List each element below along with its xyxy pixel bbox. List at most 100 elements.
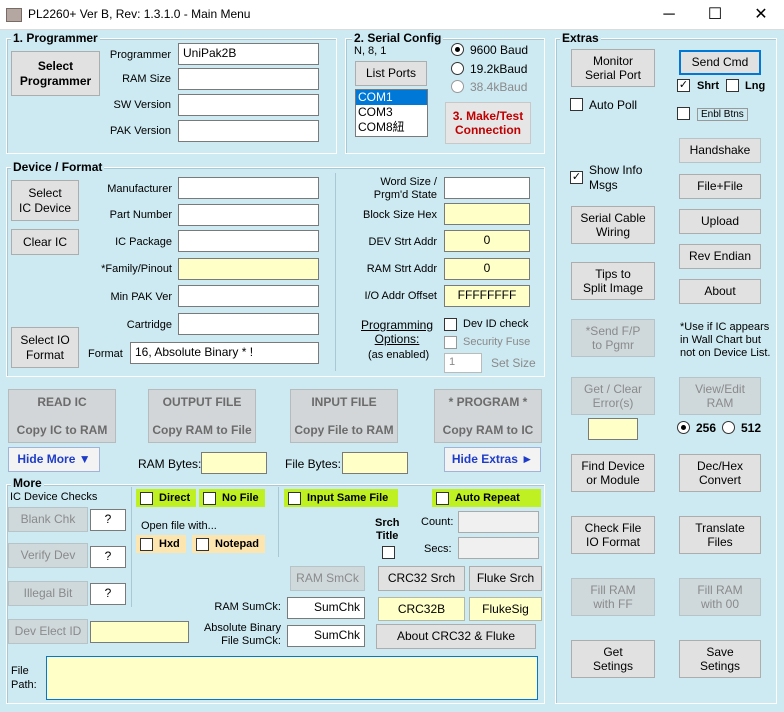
view-edit-ram-button[interactable]: View/Edit RAM [679, 377, 761, 415]
translate-files-button[interactable]: Translate Files [679, 516, 761, 554]
baud-38400-radio[interactable] [451, 80, 464, 93]
word-size-field[interactable] [444, 177, 530, 199]
direct-option[interactable]: Direct [136, 489, 196, 507]
format-field[interactable]: 16, Absolute Binary * ! [130, 342, 319, 364]
no-file-checkbox[interactable] [203, 491, 216, 505]
dec-hex-convert-button[interactable]: Dec/Hex Convert [679, 454, 761, 492]
sw-version-field[interactable] [178, 94, 319, 116]
about-button[interactable]: About [679, 279, 761, 304]
select-ic-device-button[interactable]: Select IC Device [11, 180, 79, 221]
select-io-format-button[interactable]: Select IO Format [11, 327, 79, 368]
block-size-field[interactable] [444, 203, 530, 225]
hide-more-button[interactable]: Hide More ▼ [8, 447, 100, 472]
security-fuse-checkbox[interactable] [444, 336, 457, 349]
handshake-button[interactable]: Handshake [679, 138, 761, 163]
hide-extras-button[interactable]: Hide Extras ► [444, 447, 541, 472]
direct-checkbox[interactable] [140, 491, 153, 505]
input-same-file-option[interactable]: Input Same File [284, 489, 398, 507]
save-settings-button[interactable]: Save Setings [679, 640, 761, 678]
family-pinout-field[interactable] [178, 258, 319, 280]
get-settings-button[interactable]: Get Setings [571, 640, 655, 678]
output-file-button[interactable]: OUTPUT FILE Copy RAM to File [148, 389, 256, 443]
notepad-label: Notepad [215, 538, 259, 550]
ram-512-radio[interactable] [722, 421, 735, 434]
enbl-btns-checkbox[interactable] [677, 107, 690, 120]
about-crc32-fluke-button[interactable]: About CRC32 & Fluke [376, 624, 536, 649]
file-bytes-field[interactable] [342, 452, 408, 474]
srch-title-checkbox[interactable] [382, 546, 395, 559]
min-pak-ver-field[interactable] [178, 285, 319, 307]
program-button[interactable]: * PROGRAM * Copy RAM to IC [434, 389, 542, 443]
baud-9600-radio[interactable] [451, 43, 464, 56]
blank-check-button[interactable]: Blank Chk [8, 507, 88, 532]
find-device-button[interactable]: Find Device or Module [571, 454, 655, 492]
close-button[interactable]: ✕ [738, 0, 784, 30]
ram-smck-button[interactable]: RAM SmCk [290, 566, 365, 591]
ram-bytes-field[interactable] [201, 452, 267, 474]
port-list[interactable]: COM1 COM3 COM8紐 [355, 89, 428, 137]
verify-dev-button[interactable]: Verify Dev [8, 543, 88, 568]
auto-repeat-checkbox[interactable] [436, 491, 449, 505]
port-item[interactable]: COM8紐 [356, 120, 427, 135]
read-ic-button[interactable]: READ IC Copy IC to RAM [8, 389, 116, 443]
port-item[interactable]: COM3 [356, 105, 427, 120]
port-item[interactable]: COM1 [356, 90, 427, 105]
baud-19200-radio[interactable] [451, 62, 464, 75]
set-size-stepper[interactable]: 1 [444, 353, 482, 373]
notepad-checkbox[interactable] [196, 537, 209, 551]
rev-endian-button[interactable]: Rev Endian [679, 244, 761, 269]
serial-cable-wiring-button[interactable]: Serial Cable Wiring [571, 206, 655, 244]
shrt-checkbox[interactable]: ✓ [677, 79, 690, 92]
input-file-button[interactable]: INPUT FILE Copy File to RAM [290, 389, 398, 443]
programmer-field[interactable]: UniPak2B [178, 43, 319, 65]
file-path-field[interactable] [46, 656, 538, 700]
fill-ram-ff-button[interactable]: Fill RAM with FF [571, 578, 655, 616]
dev-id-check-label: Dev ID check [463, 318, 529, 330]
upload-button[interactable]: Upload [679, 209, 761, 234]
hxd-label: Hxd [159, 538, 180, 550]
part-number-field[interactable] [178, 204, 319, 226]
crc32-search-button[interactable]: CRC32 Srch [378, 566, 465, 591]
crc32b-button[interactable]: CRC32B [378, 597, 465, 621]
hxd-checkbox[interactable] [140, 537, 153, 551]
ram-256-radio[interactable] [677, 421, 690, 434]
send-fp-button[interactable]: *Send F/P to Pgmr [571, 319, 655, 357]
io-addr-offset-field[interactable]: FFFFFFFF [444, 285, 530, 307]
input-same-file-checkbox[interactable] [288, 491, 301, 505]
manufacturer-field[interactable] [178, 177, 319, 199]
fluke-search-button[interactable]: Fluke Srch [469, 566, 542, 591]
notepad-option[interactable]: Notepad [192, 535, 265, 553]
cartridge-field[interactable] [178, 313, 319, 335]
clear-ic-button[interactable]: Clear IC [11, 229, 79, 255]
pak-version-field[interactable] [178, 120, 319, 142]
no-file-option[interactable]: No File [199, 489, 265, 507]
device-format-title: Device / Format [11, 160, 105, 174]
list-ports-button[interactable]: List Ports [355, 61, 427, 86]
ram-size-field[interactable] [178, 68, 319, 90]
monitor-serial-port-button[interactable]: Monitor Serial Port [571, 49, 655, 87]
tips-split-image-button[interactable]: Tips to Split Image [571, 262, 655, 300]
dev-elect-id-field[interactable] [90, 621, 189, 643]
minimize-button[interactable]: ─ [646, 0, 692, 30]
hxd-option[interactable]: Hxd [136, 535, 186, 553]
maximize-button[interactable]: ☐ [692, 0, 738, 30]
lng-checkbox[interactable] [726, 79, 739, 92]
auto-poll-checkbox[interactable] [570, 98, 583, 111]
programming-options-label[interactable]: Programming Options: [361, 318, 433, 346]
dev-id-check-checkbox[interactable] [444, 318, 457, 331]
illegal-bit-button[interactable]: Illegal Bit [8, 581, 88, 606]
ic-package-field[interactable] [178, 230, 319, 252]
show-info-msgs-checkbox[interactable]: ✓ [570, 171, 583, 184]
fill-ram-00-button[interactable]: Fill RAM with 00 [679, 578, 761, 616]
flukesig-button[interactable]: FlukeSig [469, 597, 542, 621]
check-file-io-format-button[interactable]: Check File IO Format [571, 516, 655, 554]
dev-elect-id-button[interactable]: Dev Elect ID [8, 619, 88, 644]
get-clear-errors-button[interactable]: Get / Clear Error(s) [571, 377, 655, 415]
file-plus-file-button[interactable]: File+File [679, 174, 761, 199]
select-programmer-button[interactable]: Select Programmer [11, 51, 100, 96]
dev-strt-addr-field[interactable]: 0 [444, 230, 530, 252]
send-cmd-button[interactable]: Send Cmd [679, 50, 761, 75]
ram-strt-addr-field[interactable]: 0 [444, 258, 530, 280]
make-test-connection-button[interactable]: 3. Make/Test Connection [445, 102, 531, 144]
auto-repeat-option[interactable]: Auto Repeat [432, 489, 541, 507]
